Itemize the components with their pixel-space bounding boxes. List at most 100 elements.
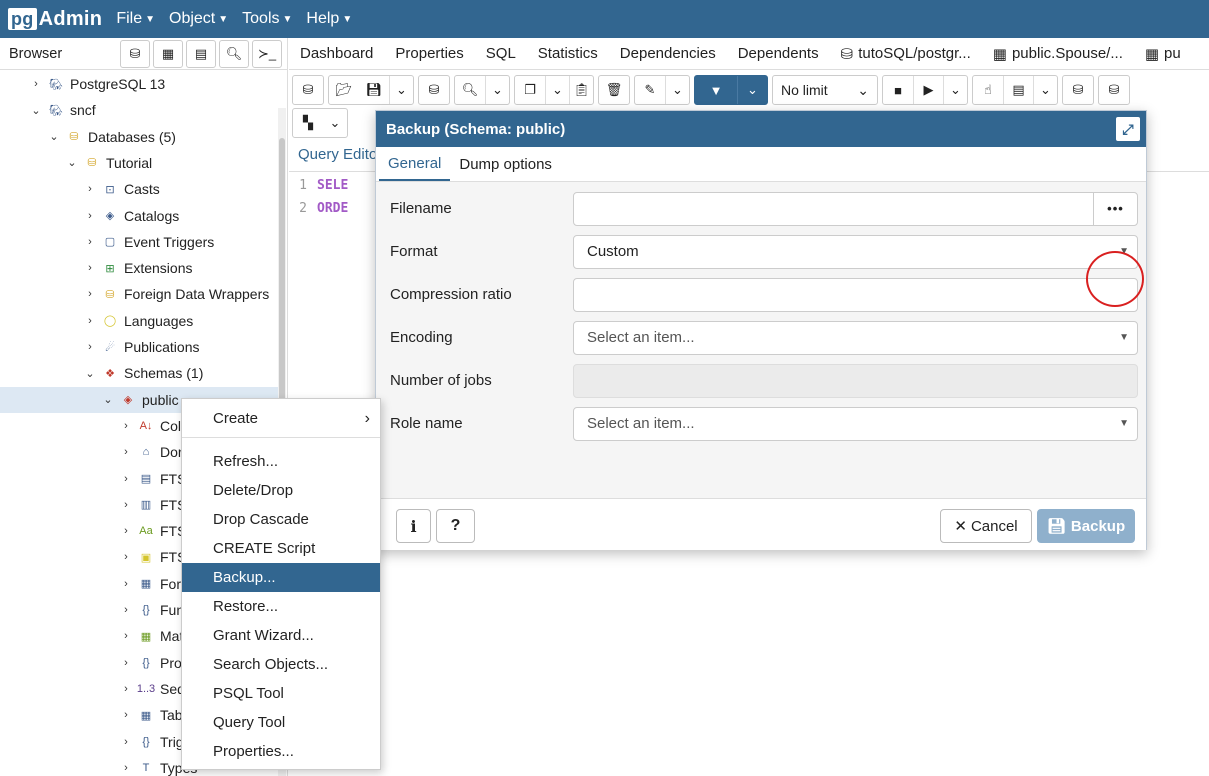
info-button[interactable]: i: [396, 509, 431, 543]
tab-statistics[interactable]: Statistics: [527, 45, 609, 62]
menu-item[interactable]: Properties...: [182, 737, 380, 766]
menu-item[interactable]: Delete/Drop: [182, 476, 380, 505]
tab-sql[interactable]: SQL: [475, 45, 527, 62]
chevron-right-icon[interactable]: ›: [84, 288, 96, 300]
chevron-down-icon[interactable]: ⌄: [323, 109, 347, 137]
edit-icon[interactable]: ✎: [635, 76, 665, 104]
chevron-right-icon[interactable]: ›: [84, 210, 96, 222]
find-icon[interactable]: 🔍︎: [455, 76, 485, 104]
chevron-right-icon[interactable]: ›: [84, 236, 96, 248]
menu-tools[interactable]: Tools ▼: [242, 10, 292, 28]
menu-item[interactable]: Query Tool: [182, 708, 380, 737]
menu-item[interactable]: Drop Cascade: [182, 505, 380, 534]
tree-item[interactable]: ⌄ 🐘︎ sncf: [0, 97, 278, 123]
filter-icon[interactable]: ▼: [695, 76, 737, 104]
chevron-right-icon[interactable]: ›: [120, 420, 132, 432]
explain-icon[interactable]: ☝: [973, 76, 1003, 104]
menu-item[interactable]: Backup...: [182, 563, 380, 592]
tab-dump-options[interactable]: Dump options: [450, 147, 561, 181]
menu-item[interactable]: Search Objects...: [182, 650, 380, 679]
chevron-down-icon[interactable]: ⌄: [66, 156, 78, 169]
database-tool-icon[interactable]: ⛁: [120, 40, 150, 68]
chevron-down-icon[interactable]: ⌄: [84, 367, 96, 380]
filename-field[interactable]: •••: [573, 191, 1138, 226]
open-file-icon[interactable]: 📂︎: [329, 76, 359, 104]
sql-editor[interactable]: 1 SELE 2 ORDE: [289, 178, 348, 224]
menu-object[interactable]: Object ▼: [169, 10, 228, 28]
save-data-button[interactable]: ⛁: [418, 75, 450, 105]
rollback-button[interactable]: ⛁: [1098, 75, 1130, 105]
format-select[interactable]: Custom ▼: [573, 234, 1138, 269]
chevron-right-icon[interactable]: ›: [120, 499, 132, 511]
tree-item[interactable]: › ▢ Event Triggers: [0, 229, 278, 255]
help-button[interactable]: ?: [436, 509, 475, 543]
paste-icon[interactable]: 📋︎: [569, 76, 593, 104]
menu-item[interactable]: CREATE Script: [182, 534, 380, 563]
chevron-right-icon[interactable]: ›: [120, 604, 132, 616]
chevron-down-icon[interactable]: ⌄: [30, 104, 42, 117]
menu-file[interactable]: File ▼: [116, 10, 155, 28]
tree-item[interactable]: › 🐘︎ PostgreSQL 13: [0, 71, 278, 97]
chevron-down-icon[interactable]: ⌄: [389, 76, 413, 104]
filter-table-icon[interactable]: ▤: [186, 40, 216, 68]
backup-button[interactable]: 💾︎ Backup: [1037, 509, 1135, 543]
tree-item[interactable]: ⌄ ⛁ Databases (5): [0, 124, 278, 150]
chevron-right-icon[interactable]: ›: [120, 683, 132, 695]
menu-item[interactable]: Restore...: [182, 592, 380, 621]
save-icon[interactable]: 💾︎: [359, 76, 389, 104]
tree-item[interactable]: › ◯ Languages: [0, 308, 278, 334]
chevron-down-icon[interactable]: ⌄: [943, 76, 967, 104]
chevron-right-icon[interactable]: ›: [120, 525, 132, 537]
tab-dashboard[interactable]: Dashboard: [289, 45, 384, 62]
menu-item[interactable]: PSQL Tool: [182, 679, 380, 708]
chevron-down-icon[interactable]: ⌄: [485, 76, 509, 104]
browse-file-button[interactable]: •••: [1093, 192, 1137, 225]
tab-view-data[interactable]: ▦ public.Spouse/...: [982, 45, 1134, 63]
tree-item[interactable]: › ⊞ Extensions: [0, 255, 278, 281]
menu-item-create[interactable]: Create ›: [182, 404, 380, 433]
chevron-right-icon[interactable]: ›: [120, 446, 132, 458]
cancel-button[interactable]: ✕ Cancel: [940, 509, 1032, 543]
tree-item[interactable]: › ⊡ Casts: [0, 176, 278, 202]
macro-icon[interactable]: ▚: [293, 109, 323, 137]
tree-item[interactable]: ⌄ ❖ Schemas (1): [0, 360, 278, 386]
chevron-right-icon[interactable]: ›: [30, 78, 42, 90]
chevron-right-icon[interactable]: ›: [120, 762, 132, 774]
chevron-down-icon[interactable]: ⌄: [665, 76, 689, 104]
play-icon[interactable]: ▶: [913, 76, 943, 104]
encoding-select[interactable]: Select an item... ▼: [573, 320, 1138, 355]
chevron-down-icon[interactable]: ⌄: [48, 130, 60, 143]
search-icon[interactable]: 🔍︎: [219, 40, 249, 68]
role-select[interactable]: Select an item... ▼: [573, 406, 1138, 441]
pgadmin-logo[interactable]: pg Admin: [8, 8, 102, 31]
copy-icon[interactable]: ❐: [515, 76, 545, 104]
chevron-right-icon[interactable]: ›: [84, 341, 96, 353]
compression-field[interactable]: [573, 277, 1138, 312]
menu-item[interactable]: Refresh...: [182, 447, 380, 476]
chevron-right-icon[interactable]: ›: [120, 473, 132, 485]
tree-item[interactable]: › ⛁ Foreign Data Wrappers: [0, 281, 278, 307]
chevron-down-icon[interactable]: ⌄: [1033, 76, 1057, 104]
list-icon[interactable]: ▤: [1003, 76, 1033, 104]
menu-help[interactable]: Help ▼: [306, 10, 352, 28]
chevron-right-icon[interactable]: ›: [120, 578, 132, 590]
jobs-field[interactable]: [573, 363, 1138, 398]
dialog-header[interactable]: Backup (Schema: public) ⤢: [376, 111, 1146, 147]
stop-icon[interactable]: ■: [883, 76, 913, 104]
tab-dependents[interactable]: Dependents: [727, 45, 830, 62]
tree-item[interactable]: ⌄ ⛁ Tutorial: [0, 150, 278, 176]
chevron-right-icon[interactable]: ›: [84, 262, 96, 274]
chevron-right-icon[interactable]: ›: [120, 630, 132, 642]
chevron-down-icon[interactable]: ⌄: [102, 393, 114, 406]
commit-button[interactable]: ⛁: [1062, 75, 1094, 105]
limit-select[interactable]: No limit ⌄: [772, 75, 878, 105]
chevron-right-icon[interactable]: ›: [84, 315, 96, 327]
terminal-icon[interactable]: ≻_: [252, 40, 282, 68]
chevron-right-icon[interactable]: ›: [120, 709, 132, 721]
chevron-right-icon[interactable]: ›: [120, 551, 132, 563]
chevron-right-icon[interactable]: ›: [120, 657, 132, 669]
tree-item[interactable]: › ◈ Catalogs: [0, 203, 278, 229]
tab-dependencies[interactable]: Dependencies: [609, 45, 727, 62]
chevron-down-icon[interactable]: ⌄: [545, 76, 569, 104]
tab-query-tool[interactable]: ⛁ tutoSQL/postgr...: [830, 45, 982, 63]
